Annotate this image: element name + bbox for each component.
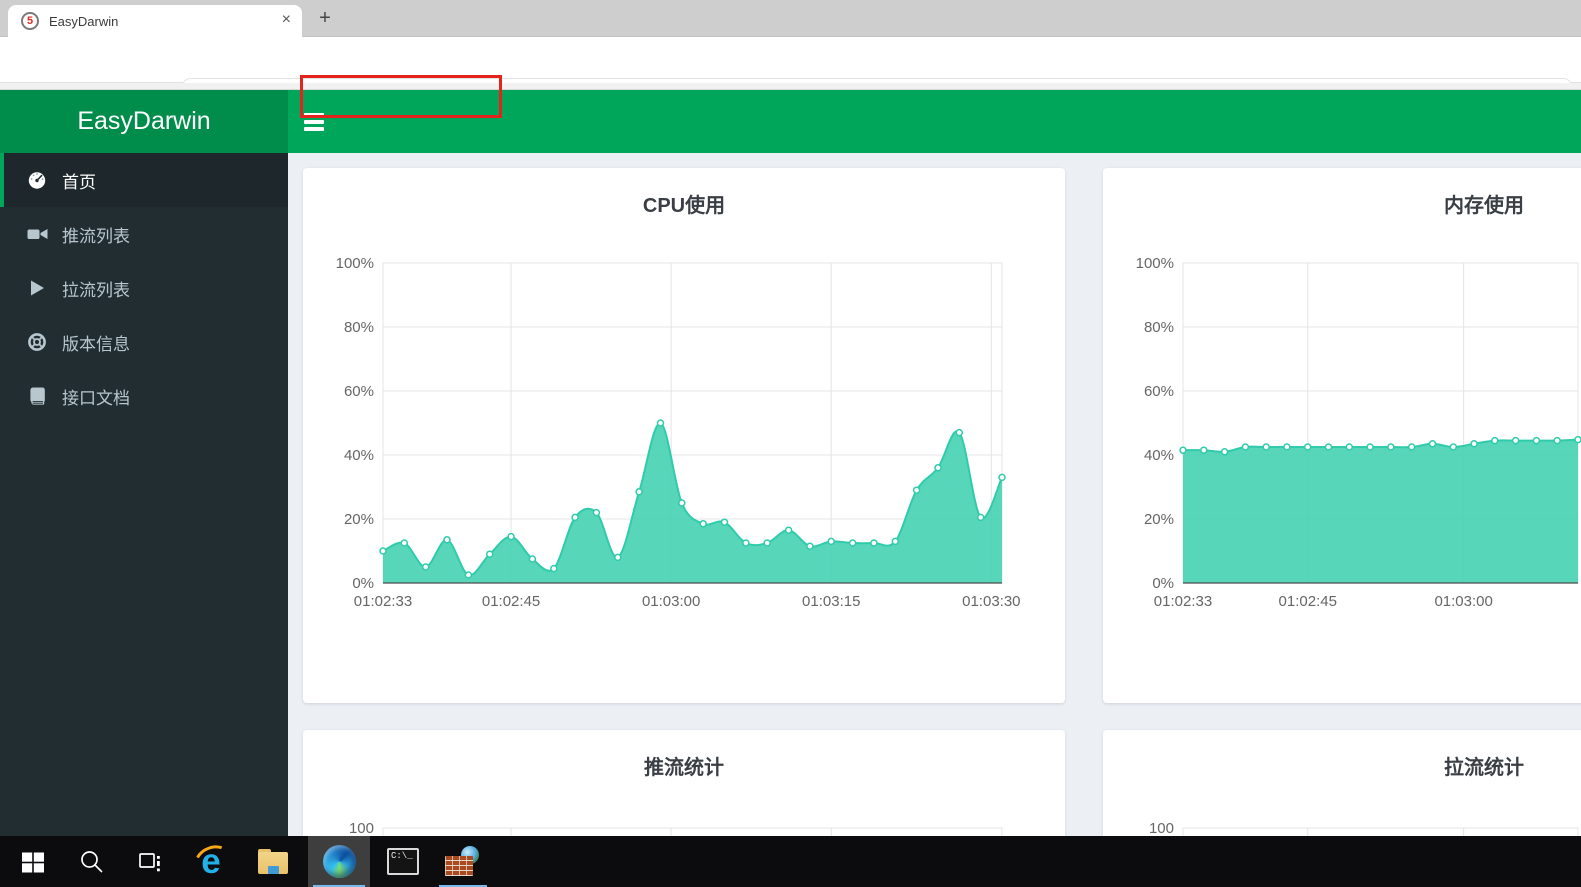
browser-tab-strip: 5 EasyDarwin × + xyxy=(0,0,1581,37)
svg-text:01:02:45: 01:02:45 xyxy=(482,593,540,610)
sidebar-item-label: 推流列表 xyxy=(62,226,130,246)
svg-text:01:02:45: 01:02:45 xyxy=(1279,593,1337,610)
firewall-app-button[interactable] xyxy=(434,836,492,887)
chart-title: 内存使用 xyxy=(1444,195,1524,217)
app-header: EasyDarwin xyxy=(0,90,1581,153)
svg-text:60%: 60% xyxy=(1144,383,1174,400)
svg-text:80%: 80% xyxy=(1144,319,1174,336)
svg-text:100: 100 xyxy=(1149,820,1174,836)
taskbar: e C:\_ xyxy=(0,836,1581,887)
file-explorer-icon xyxy=(258,849,288,874)
close-tab-icon[interactable]: × xyxy=(282,11,291,29)
chart-title: 拉流统计 xyxy=(1444,757,1524,779)
browser-toolbar: 不安全 192.168.82.228/#/ xyxy=(0,37,1581,118)
easydarwin-favicon-icon: 5 xyxy=(21,12,39,30)
svg-text:01:02:33: 01:02:33 xyxy=(354,593,412,610)
firewall-icon xyxy=(445,846,481,877)
taskbar-search-button[interactable] xyxy=(62,836,120,887)
task-view-icon xyxy=(138,853,160,872)
search-icon xyxy=(80,851,102,873)
internet-explorer-button[interactable]: e xyxy=(182,836,240,887)
main-content: CPU使用 100% 80% 60% 40% 20% 0% 01:02:33 01:02:45… xyxy=(288,153,1581,836)
pull-stats-chart[interactable]: 100 xyxy=(1103,730,1581,836)
screen: 5 EasyDarwin × + 不安全 192.168.82.228/#/ xyxy=(0,0,1581,887)
app-logo[interactable]: EasyDarwin xyxy=(0,90,288,153)
sidebar-item-push-list[interactable]: 推流列表 xyxy=(0,207,288,261)
command-prompt-button[interactable]: C:\_ xyxy=(374,836,432,887)
edge-icon xyxy=(322,845,356,878)
bookmarks-strip xyxy=(0,83,1581,90)
dashboard-icon xyxy=(25,170,49,190)
svg-text:20%: 20% xyxy=(344,511,374,528)
internet-explorer-icon: e xyxy=(194,843,228,880)
favicon-glyph: 5 xyxy=(26,14,34,27)
cpu-usage-chart[interactable]: 100% 80% 60% 40% 20% 0%01:02:33 01:02:45 01:03:… xyxy=(303,168,1065,703)
svg-text:01:03:30: 01:03:30 xyxy=(962,593,1020,610)
sidebar-item-label: 拉流列表 xyxy=(62,280,130,300)
memory-usage-chart[interactable]: 100% 80% 60% 40% 20% 0%01:02:33 01:02:45 01:03:… xyxy=(1103,168,1581,703)
chart-title: 推流统计 xyxy=(644,757,724,779)
sidebar-item-version[interactable]: 版本信息 xyxy=(0,315,288,369)
tab-title: EasyDarwin xyxy=(49,14,119,29)
svg-text:100: 100 xyxy=(349,820,374,836)
svg-text:20%: 20% xyxy=(1144,511,1174,528)
svg-text:01:03:15: 01:03:15 xyxy=(802,593,860,610)
sidebar-item-home[interactable]: 首页 xyxy=(0,153,288,207)
sidebar: 首页推流列表拉流列表版本信息接口文档 xyxy=(0,153,288,836)
cpu-usage-card: CPU使用 100% 80% 60% 40% 20% 0% 01:02:33 01:02:45… xyxy=(303,168,1065,703)
sidebar-item-label: 版本信息 xyxy=(62,334,130,354)
edge-taskbar-button[interactable] xyxy=(308,836,370,887)
svg-text:100%: 100% xyxy=(336,255,374,272)
start-button[interactable] xyxy=(4,836,62,887)
sidebar-item-label: 接口文档 xyxy=(62,388,130,408)
push-stats-card: 推流统计 100 xyxy=(303,730,1065,836)
book-icon xyxy=(25,386,49,406)
svg-text:60%: 60% xyxy=(344,383,374,400)
task-view-button[interactable] xyxy=(120,836,178,887)
camera-icon xyxy=(25,224,49,244)
lifering-icon xyxy=(25,332,49,352)
chart-title: CPU使用 xyxy=(642,195,726,217)
svg-text:40%: 40% xyxy=(1144,447,1174,464)
svg-text:0%: 0% xyxy=(1152,575,1174,592)
command-prompt-icon: C:\_ xyxy=(387,848,419,875)
file-explorer-button[interactable] xyxy=(244,836,302,887)
sidebar-item-api-docs[interactable]: 接口文档 xyxy=(0,369,288,423)
memory-usage-card: 内存使用 100% 80% 60% 40% 20% 0% 01:02:33 01:02:45 0… xyxy=(1103,168,1581,703)
svg-text:01:03:00: 01:03:00 xyxy=(1434,593,1492,610)
sidebar-item-pull-list[interactable]: 拉流列表 xyxy=(0,261,288,315)
svg-text:01:02:33: 01:02:33 xyxy=(1154,593,1212,610)
svg-text:40%: 40% xyxy=(344,447,374,464)
annotation-highlight-box xyxy=(300,75,502,118)
svg-text:0%: 0% xyxy=(352,575,374,592)
browser-tab[interactable]: 5 EasyDarwin × xyxy=(8,5,302,37)
sidebar-item-label: 首页 xyxy=(62,172,96,192)
svg-text:01:03:00: 01:03:00 xyxy=(642,593,700,610)
svg-text:100%: 100% xyxy=(1136,255,1174,272)
play-icon xyxy=(25,278,49,298)
new-tab-button[interactable]: + xyxy=(312,6,338,32)
pull-stats-card: 拉流统计 100 xyxy=(1103,730,1581,836)
svg-text:80%: 80% xyxy=(344,319,374,336)
windows-logo-icon xyxy=(22,852,44,872)
push-stats-chart[interactable]: 100 xyxy=(303,730,1065,836)
